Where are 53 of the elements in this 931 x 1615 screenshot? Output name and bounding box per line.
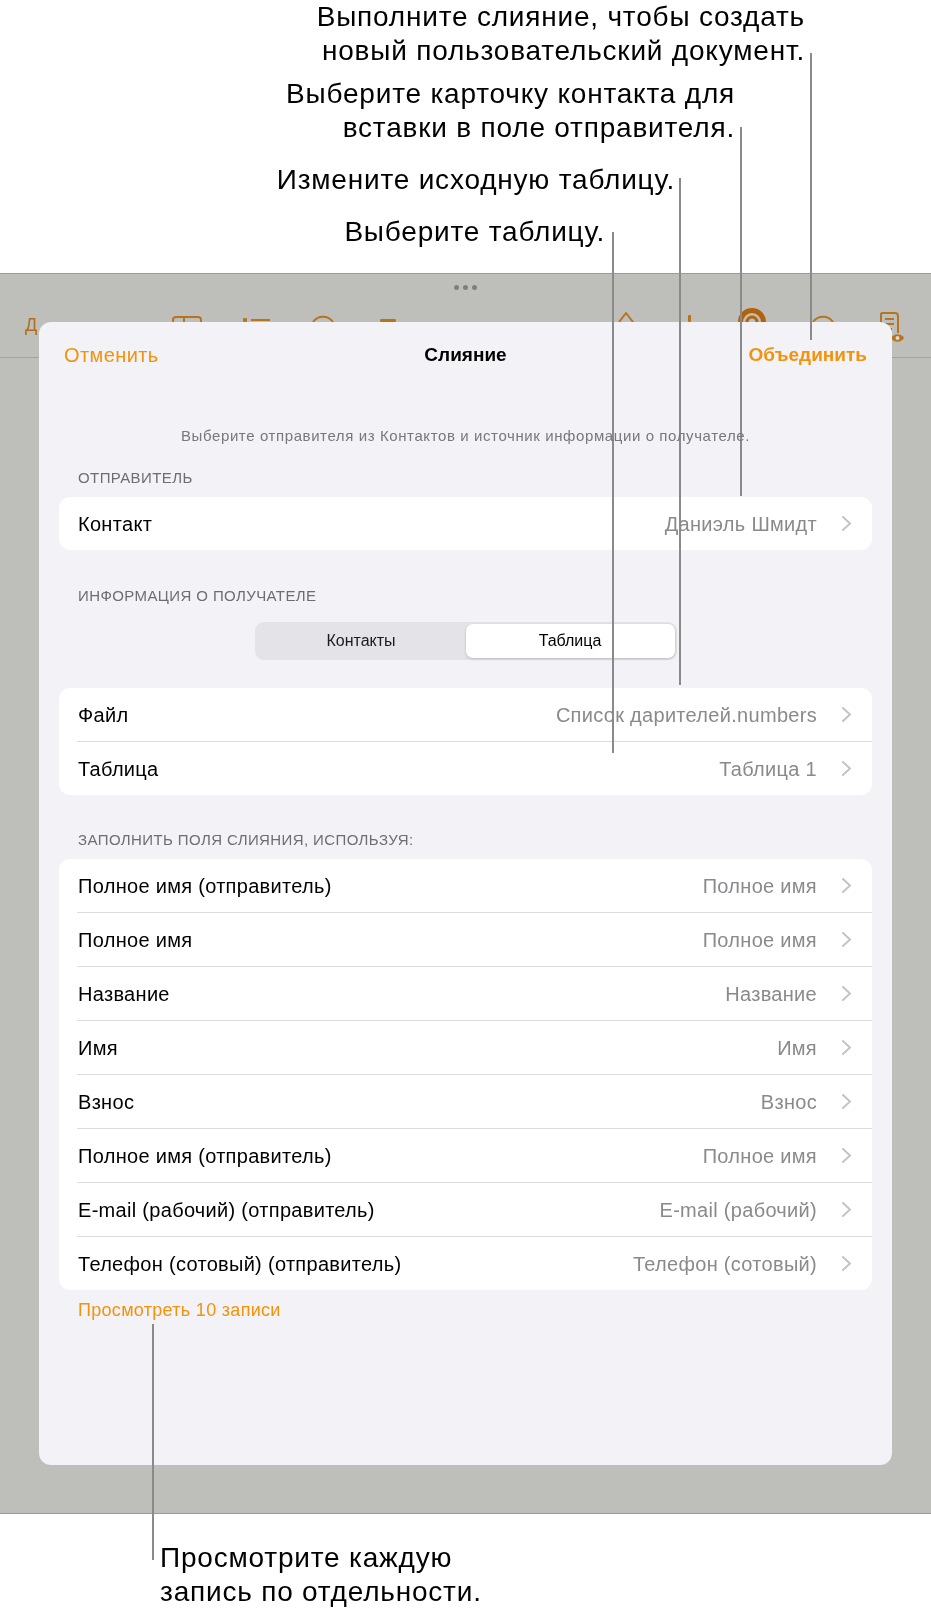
chevron-icon[interactable]	[842, 1148, 851, 1163]
chevron-icon[interactable]	[842, 707, 851, 722]
chevron-icon[interactable]	[842, 986, 851, 1001]
section-header: ЗАПОЛНИТЬ ПОЛЯ СЛИЯНИЯ, ИСПОЛЬЗУЯ:	[78, 832, 414, 848]
chevron-icon[interactable]	[842, 516, 851, 531]
preview-link[interactable]: Просмотреть 10 записи	[78, 1300, 281, 1320]
chevron-icon[interactable]	[842, 878, 851, 893]
row-value[interactable]: Полное имя	[702, 870, 817, 901]
row-label: Телефон (сотовый) (отправитель)	[78, 1251, 402, 1277]
chevron-up-icon[interactable]	[618, 312, 634, 322]
row-label: Полное имя	[78, 927, 193, 953]
cancel-button[interactable]: Отменить	[64, 344, 159, 366]
row-label: E-mail (рабочий) (отправитель)	[78, 1197, 375, 1223]
row-value[interactable]: Телефон (сотовый)	[632, 1248, 817, 1279]
chevron-icon[interactable]	[842, 1202, 851, 1217]
list-icon[interactable]	[243, 317, 270, 322]
chevron-icon[interactable]	[842, 1094, 851, 1109]
row-label: Взнос	[78, 1089, 135, 1115]
row-value[interactable]: Название	[725, 978, 817, 1009]
row-label: Имя	[78, 1035, 118, 1061]
row-label: Файл	[78, 702, 129, 728]
row-label: Полное имя (отправитель)	[78, 873, 332, 899]
row-value[interactable]: E-mail (рабочий)	[659, 1194, 817, 1225]
segment-tab[interactable]: Таблица	[465, 624, 675, 658]
line-icon[interactable]	[688, 315, 691, 322]
dash-icon[interactable]	[380, 319, 396, 322]
section-header: ОТПРАВИТЕЛЬ	[78, 470, 193, 486]
row-value[interactable]: Имя	[777, 1032, 817, 1063]
row-value[interactable]: Таблица 1	[719, 753, 817, 784]
row-label: Название	[78, 981, 170, 1007]
row-label: Таблица	[78, 756, 159, 782]
chevron-icon[interactable]	[842, 1040, 851, 1055]
ring-icon[interactable]	[738, 308, 766, 322]
row-label: Контакт	[78, 511, 153, 537]
callout-text: Выберите таблицу.	[344, 215, 605, 249]
callout-text: Просмотрите каждую запись по отдельности.	[160, 1541, 482, 1609]
sheet-title: Слияние	[424, 344, 507, 366]
chevron-icon[interactable]	[842, 761, 851, 776]
segment-tab[interactable]: Контакты	[256, 624, 466, 658]
callout-text: Выберите карточку контакта для вставки в поле отправителя.	[286, 77, 735, 145]
row-value[interactable]: Полное имя	[702, 924, 817, 955]
section-header: ИНФОРМАЦИЯ О ПОЛУЧАТЕЛЕ	[78, 588, 317, 604]
row-value[interactable]: Взнос	[760, 1086, 817, 1117]
table-icon[interactable]	[172, 316, 202, 322]
toolbar-label[interactable]: Д	[25, 314, 39, 336]
merge-button[interactable]: Объединить	[748, 344, 867, 366]
ellipsis-icon[interactable]	[454, 285, 477, 290]
chevron-icon[interactable]	[842, 932, 851, 947]
chevron-icon[interactable]	[842, 1256, 851, 1271]
callout-text: Измените исходную таблицу.	[276, 163, 675, 197]
callout-text: Выполните слияние, чтобы создать новый пользовательский документ.	[316, 0, 805, 68]
row-value[interactable]: Полное имя	[702, 1140, 817, 1171]
row-label: Полное имя (отправитель)	[78, 1143, 332, 1169]
